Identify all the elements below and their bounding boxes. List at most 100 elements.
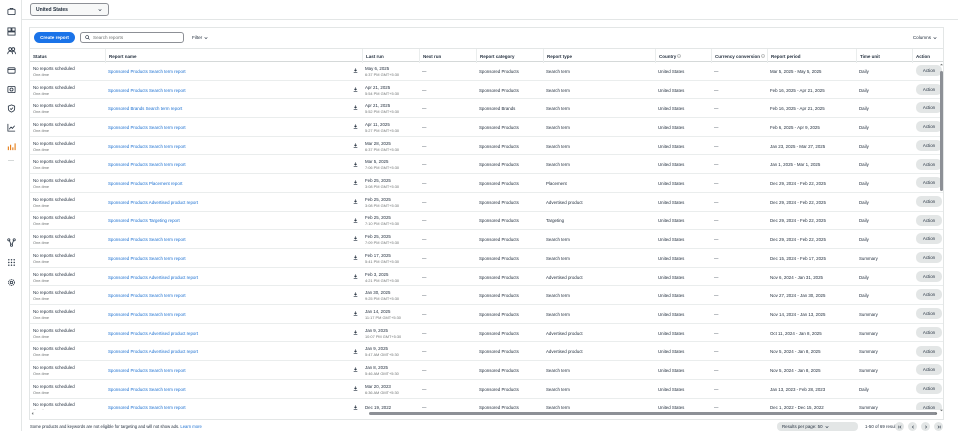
column-header-last-run[interactable]: Last run	[362, 49, 419, 63]
download-icon[interactable]	[353, 124, 358, 129]
integrations-icon[interactable]	[7, 238, 16, 247]
columns-button[interactable]: Columns	[913, 32, 937, 43]
download-icon[interactable]	[353, 274, 358, 279]
report-name-link[interactable]: Sponsored Products Advertised product re…	[108, 275, 350, 280]
currency-conversion-cell: —	[714, 143, 719, 149]
audiences-icon[interactable]	[7, 46, 16, 55]
report-name-link[interactable]: Sponsored Products Advertised product re…	[108, 200, 350, 205]
billing-icon[interactable]	[7, 66, 16, 75]
first-page-button[interactable]	[895, 422, 904, 431]
chevron-down-icon	[933, 36, 937, 39]
table-body: No reports scheduled One-time Sponsored Pr…	[30, 62, 943, 410]
results-per-page-select[interactable]: Results per page: 50	[777, 422, 858, 431]
products-icon[interactable]	[7, 27, 16, 36]
report-name-link[interactable]: Sponsored Products Search term report	[108, 125, 350, 130]
create-report-button[interactable]: Create report	[34, 32, 75, 43]
report-name-link[interactable]: Sponsored Products Search term report	[108, 293, 350, 298]
column-header-action[interactable]: Action	[912, 49, 943, 63]
download-icon[interactable]	[353, 143, 358, 148]
last-run-cell: Apr 21, 2025 5:54 PM GMT+5:30	[362, 81, 419, 100]
learn-more-link[interactable]: Learn more	[180, 424, 201, 429]
currency-conversion-cell: —	[714, 405, 719, 410]
download-icon[interactable]	[353, 367, 358, 372]
scroll-right-icon[interactable]	[935, 412, 938, 415]
download-icon[interactable]	[353, 311, 358, 316]
horizontal-scrollbar[interactable]	[29, 411, 939, 416]
report-name-link[interactable]: Sponsored Products Advertised product re…	[108, 331, 350, 336]
download-icon[interactable]	[353, 180, 358, 185]
apps-grid-icon[interactable]	[7, 258, 16, 267]
column-header-report-name[interactable]: Report name	[105, 49, 362, 63]
vertical-scrollbar[interactable]	[939, 63, 944, 412]
column-header-currency-conversion[interactable]: Currency conversion	[711, 49, 767, 63]
scroll-down-icon[interactable]	[940, 409, 943, 412]
status-cell: No reports scheduledOne-time	[30, 249, 105, 268]
column-header-report-category[interactable]: Report category	[476, 49, 543, 63]
status-text: No reports scheduled	[33, 196, 75, 202]
download-icon[interactable]	[353, 330, 358, 335]
report-name-link[interactable]: Sponsored Products Advertised product re…	[108, 349, 350, 354]
report-name-link[interactable]: Sponsored Products Search term report	[108, 312, 350, 317]
next-run-cell: —	[422, 68, 427, 74]
report-name-link[interactable]: Sponsored Products Search term report	[108, 237, 350, 242]
download-icon[interactable]	[353, 218, 358, 223]
download-icon[interactable]	[353, 292, 358, 298]
country-select[interactable]: United States	[30, 3, 109, 16]
download-icon[interactable]	[353, 199, 358, 204]
status-text: No reports scheduled	[33, 215, 75, 221]
download-icon[interactable]	[353, 386, 358, 391]
time-unit-cell: Daily	[859, 68, 869, 74]
download-icon[interactable]	[353, 348, 358, 354]
report-name-link[interactable]: Sponsored Products Search term report	[108, 387, 350, 392]
column-header-report-type[interactable]: Report type	[543, 49, 655, 63]
campaign-manager-icon[interactable]	[7, 7, 16, 16]
download-icon[interactable]	[353, 68, 358, 73]
report-type-cell: Search term	[546, 87, 570, 93]
download-icon[interactable]	[353, 405, 358, 410]
report-name-link[interactable]: Sponsored Products Search term report	[108, 144, 350, 149]
horizontal-scroll-thumb[interactable]	[369, 412, 937, 415]
reports-icon[interactable]	[7, 142, 16, 151]
filter-button[interactable]: Filter	[192, 32, 208, 43]
report-name-cell: Sponsored Products Search term report	[105, 62, 350, 81]
table-row: No reports scheduledOne-timeSponsored Pr…	[30, 62, 943, 81]
creative-assets-icon[interactable]	[7, 85, 16, 94]
column-header-time-unit[interactable]: Time unit	[856, 49, 912, 63]
report-name-link[interactable]: Sponsored Products Search term report	[108, 88, 350, 93]
report-name-link[interactable]: Sponsored Brands Search term report	[108, 106, 350, 111]
report-name-link[interactable]: Sponsored Products Search term report	[108, 256, 350, 261]
report-name-link[interactable]: Sponsored Products Placement report	[108, 181, 350, 186]
report-name-link[interactable]: Sponsored Products Search term report	[108, 405, 350, 410]
download-icon[interactable]	[353, 161, 358, 167]
column-header-status[interactable]: Status	[30, 49, 105, 63]
status-cell: No reports scheduledOne-time	[30, 305, 105, 324]
column-header-next-run[interactable]: Next run	[419, 49, 476, 63]
settings-gear-icon[interactable]	[7, 278, 16, 287]
info-icon[interactable]	[761, 54, 765, 58]
next-page-button[interactable]	[921, 422, 930, 431]
download-icon[interactable]	[353, 236, 358, 242]
reports-toolbar: Create report Filter Columns	[30, 28, 943, 48]
download-icon[interactable]	[353, 87, 358, 92]
scroll-left-icon[interactable]	[31, 412, 34, 415]
column-header-report-period[interactable]: Report period	[767, 49, 856, 63]
report-name-link[interactable]: Sponsored Products Search term report	[108, 69, 350, 74]
scroll-up-icon[interactable]	[940, 63, 943, 66]
last-page-button[interactable]	[934, 422, 943, 431]
status-text: No reports scheduled	[33, 383, 75, 389]
measurement-icon[interactable]	[7, 123, 16, 132]
report-name-link[interactable]: Sponsored Products Targeting report	[108, 218, 350, 223]
vertical-scroll-thumb[interactable]	[940, 71, 943, 191]
search-box[interactable]	[80, 32, 184, 43]
country-cell: United States	[658, 124, 685, 130]
search-input[interactable]	[93, 35, 183, 40]
report-name-link[interactable]: Sponsored Products Search term report	[108, 162, 350, 167]
next-run-cell: —	[422, 368, 427, 374]
column-header-country[interactable]: Country	[655, 49, 711, 63]
download-icon[interactable]	[353, 255, 358, 260]
brand-safety-icon[interactable]	[7, 104, 16, 113]
report-name-link[interactable]: Sponsored Products Search term report	[108, 368, 350, 373]
info-icon[interactable]	[677, 54, 682, 58]
previous-page-button[interactable]	[908, 422, 917, 431]
download-icon[interactable]	[353, 105, 358, 111]
